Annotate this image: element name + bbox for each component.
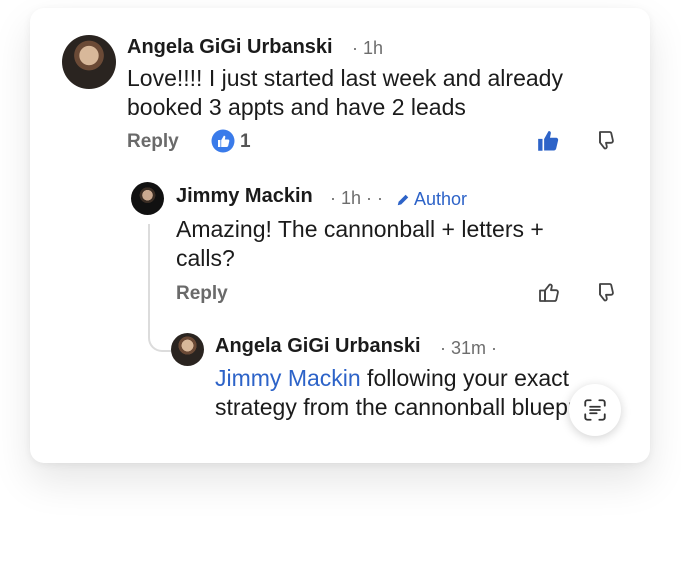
reply-button[interactable]: Reply: [176, 283, 228, 305]
mention-link[interactable]: Jimmy Mackin: [215, 365, 361, 391]
comment-text: Jimmy Mackin following your exact strate…: [215, 364, 605, 422]
avatar[interactable]: [131, 182, 164, 215]
reaction-count: 1: [240, 131, 251, 152]
comment-time: · 1h · ·: [330, 188, 384, 208]
reply-button[interactable]: Reply: [127, 131, 179, 153]
thumbs-down-icon[interactable]: [592, 281, 616, 310]
comment-time: · 1h: [352, 38, 384, 58]
thumbs-down-icon[interactable]: [592, 129, 616, 158]
thumbs-up-icon[interactable]: [536, 128, 562, 159]
author-badge: Author: [396, 189, 467, 210]
avatar[interactable]: [171, 333, 204, 366]
author-badge-label: Author: [414, 189, 468, 209]
reaction-like-icon[interactable]: [211, 129, 235, 158]
scan-text-button[interactable]: [569, 384, 621, 436]
pencil-icon: [397, 194, 409, 205]
thread-connector: [148, 224, 174, 352]
comment-time: · 31m ·: [440, 338, 498, 358]
comment-text: Amazing! The cannonball + letters + call…: [176, 216, 544, 271]
thumbs-up-icon[interactable]: [537, 280, 561, 309]
comment-author[interactable]: Jimmy Mackin: [176, 185, 313, 208]
comment-text: Love!!!! I just started last week and al…: [127, 65, 563, 120]
comment-author[interactable]: Angela GiGi Urbanski: [127, 36, 333, 59]
scan-text-icon: [584, 399, 606, 421]
comment-author[interactable]: Angela GiGi Urbanski: [215, 335, 421, 358]
avatar[interactable]: [62, 35, 116, 89]
